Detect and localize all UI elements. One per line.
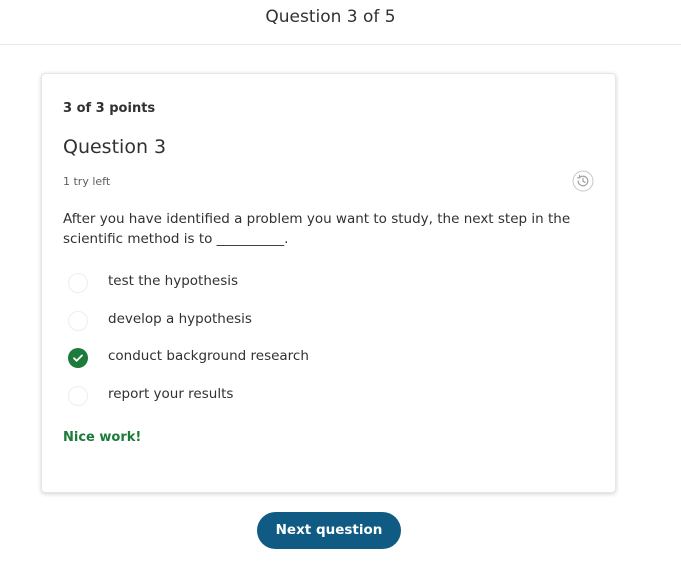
question-title: Question 3 (63, 136, 167, 158)
header-bar: Question 3 of 5 (0, 0, 681, 45)
feedback-message: Nice work! (63, 430, 142, 445)
history-button[interactable] (572, 170, 594, 192)
next-question-button[interactable]: Next question (257, 512, 401, 549)
question-card: 3 of 3 points Question 3 1 try left Afte… (41, 73, 616, 493)
radio-button[interactable] (68, 386, 88, 406)
option-test-hypothesis[interactable]: test the hypothesis (68, 270, 548, 294)
question-prompt: After you have identified a problem you … (63, 211, 571, 247)
radio-button[interactable] (68, 311, 88, 331)
option-report-results[interactable]: report your results (68, 383, 548, 407)
option-label: test the hypothesis (108, 273, 239, 289)
page-title: Question 3 of 5 (265, 7, 396, 27)
option-label: report your results (108, 386, 234, 402)
points-score: 3 of 3 points (63, 101, 156, 116)
option-develop-hypothesis[interactable]: develop a hypothesis (68, 308, 548, 332)
option-label: conduct background research (108, 348, 309, 364)
checkmark-icon (73, 354, 83, 362)
quiz-page: Question 3 of 5 3 of 3 points Question 3… (0, 0, 681, 579)
radio-button[interactable] (68, 273, 88, 293)
radio-button-checked[interactable] (68, 348, 88, 368)
option-background-research[interactable]: conduct background research (68, 345, 548, 369)
tries-remaining: 1 try left (63, 175, 111, 188)
history-icon (572, 170, 594, 192)
option-label: develop a hypothesis (108, 311, 252, 327)
